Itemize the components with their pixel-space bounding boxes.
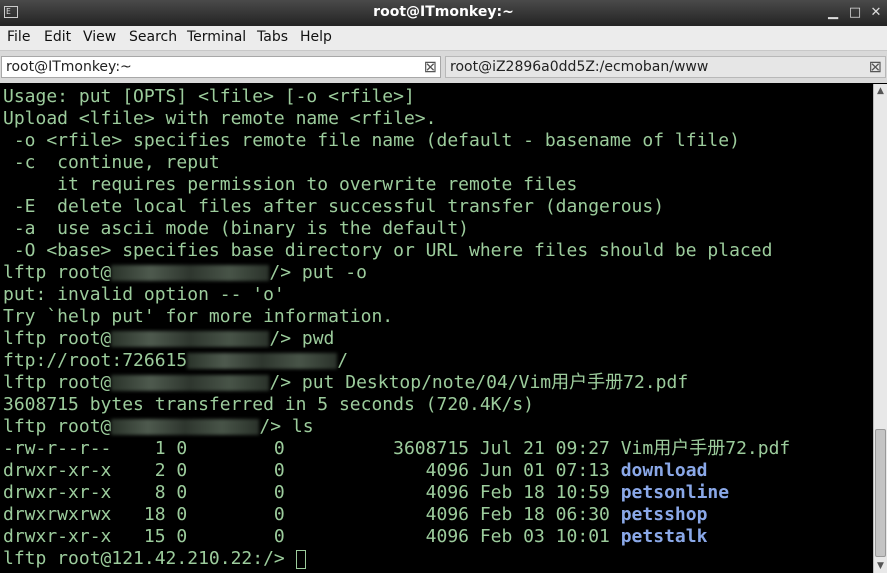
output-line: it requires permission to overwrite remo… xyxy=(3,174,578,195)
directory-name: petsshop xyxy=(620,504,708,525)
ls-row-meta: drwxrwxrwx 18 0 0 4096 Feb 18 06:30 xyxy=(3,504,621,525)
menu-file[interactable]: File xyxy=(7,29,30,45)
ls-row: drwxr-xr-x 8 0 0 4096 Feb 18 10:59 petso… xyxy=(3,482,790,504)
prompt-line: lftp root@ /> ls xyxy=(3,416,790,438)
prompt-user: lftp root@ xyxy=(3,416,112,437)
tab-label: root@ITmonkey:~ xyxy=(6,59,132,75)
ls-row: -rw-r--r-- 1 0 0 3608715 Jul 21 09:27 Vi… xyxy=(3,438,790,460)
pwd-url-end: / xyxy=(337,350,349,371)
text-cursor xyxy=(295,549,306,569)
ls-row-meta: drwxr-xr-x 15 0 0 4096 Feb 03 10:01 xyxy=(3,526,621,547)
ls-listing: -rw-r--r-- 1 0 0 3608715 Jul 21 09:27 Vi… xyxy=(3,438,790,548)
command-text: /> ls xyxy=(259,416,314,437)
directory-name: download xyxy=(620,460,708,481)
ls-row-meta: -rw-r--r-- 1 0 0 3608715 Jul 21 09:27 xyxy=(3,438,621,459)
tab-label: root@iZ2896a0dd5Z:/ecmoban/www xyxy=(450,59,709,75)
menu-terminal[interactable]: Terminal xyxy=(187,29,246,45)
prompt-user: lftp root@ xyxy=(3,262,112,283)
pwd-url: ftp://root:726615 xyxy=(3,350,188,371)
final-prompt: lftp root@121.42.210.22:/> xyxy=(3,548,296,569)
output-line: Upload <lfile> with remote name <rfile>. xyxy=(3,108,437,129)
prompt-line: lftp root@121.42.210.22:/> xyxy=(3,548,790,570)
title-bar[interactable]: E root@ITmonkey:~ ▁ □ ✕ xyxy=(0,0,887,26)
menu-help[interactable]: Help xyxy=(300,29,332,45)
command-text: /> pwd xyxy=(269,328,335,349)
redacted-host xyxy=(111,375,270,391)
redacted-host xyxy=(111,265,270,281)
terminal-scrollbar[interactable]: ▲ ▼ xyxy=(873,84,887,573)
output-line: -E delete local files after successful t… xyxy=(3,196,665,217)
output-line: ftp://root:726615 / xyxy=(3,350,790,372)
redacted-host xyxy=(111,419,260,435)
terminal-window: E root@ITmonkey:~ ▁ □ ✕ File Edit View S… xyxy=(0,0,887,573)
close-icon[interactable]: ✕ xyxy=(869,6,883,20)
ls-row: drwxrwxrwx 18 0 0 4096 Feb 18 06:30 pets… xyxy=(3,504,790,526)
command-text: /> put Desktop/note/04/Vim用户手册72.pdf xyxy=(269,372,689,393)
ls-row-meta: drwxr-xr-x 8 0 0 4096 Feb 18 10:59 xyxy=(3,482,621,503)
redacted-url xyxy=(187,353,338,369)
tab-itmonkey[interactable]: root@ITmonkey:~ ⊠ xyxy=(1,56,441,78)
menu-view[interactable]: View xyxy=(83,29,116,45)
tab-close-icon[interactable]: ⊠ xyxy=(424,58,437,76)
ls-row-meta: drwxr-xr-x 2 0 0 4096 Jun 01 07:13 xyxy=(3,460,621,481)
minimize-icon[interactable]: ▁ xyxy=(826,6,840,20)
tab-bar: root@ITmonkey:~ ⊠ root@iZ2896a0dd5Z:/ecm… xyxy=(0,51,887,83)
ls-row: drwxr-xr-x 15 0 0 4096 Feb 03 10:01 pets… xyxy=(3,526,790,548)
ls-row: drwxr-xr-x 2 0 0 4096 Jun 01 07:13 downl… xyxy=(3,460,790,482)
prompt-line: lftp root@ /> put -o xyxy=(3,262,790,284)
output-line: put: invalid option -- 'o' xyxy=(3,284,285,305)
command-text: /> put -o xyxy=(269,262,367,283)
redacted-host xyxy=(111,331,270,347)
maximize-icon[interactable]: □ xyxy=(848,6,862,20)
menu-edit[interactable]: Edit xyxy=(44,29,71,45)
directory-name: petstalk xyxy=(620,526,708,547)
prompt-line: lftp root@ /> put Desktop/note/04/Vim用户手册… xyxy=(3,372,790,394)
file-name: Vim用户手册72.pdf xyxy=(620,438,791,459)
scroll-thumb[interactable] xyxy=(875,429,886,557)
output-line: Usage: put [OPTS] <lfile> [-o <rfile>] xyxy=(3,86,415,107)
terminal-output[interactable]: Usage: put [OPTS] <lfile> [-o <rfile>] U… xyxy=(0,84,873,573)
prompt-user: lftp root@ xyxy=(3,328,112,349)
scroll-up-icon[interactable]: ▲ xyxy=(874,84,887,98)
output-line: -O <base> specifies base directory or UR… xyxy=(3,240,773,261)
menu-bar: File Edit View Search Terminal Tabs Help xyxy=(0,26,887,51)
menu-search[interactable]: Search xyxy=(129,29,177,45)
window-title: root@ITmonkey:~ xyxy=(373,4,514,20)
output-line: -c continue, reput xyxy=(3,152,220,173)
output-line: Try `help put' for more information. xyxy=(3,306,394,327)
prompt-user: lftp root@ xyxy=(3,372,112,393)
tab-iz2896[interactable]: root@iZ2896a0dd5Z:/ecmoban/www ⊠ xyxy=(445,56,886,78)
prompt-line: lftp root@ /> pwd xyxy=(3,328,790,350)
tab-close-icon[interactable]: ⊠ xyxy=(869,58,882,76)
scroll-down-icon[interactable]: ▼ xyxy=(874,559,887,573)
directory-name: petsonline xyxy=(620,482,730,503)
output-line: -o <rfile> specifies remote file name (d… xyxy=(3,130,740,151)
output-line: 3608715 bytes transferred in 5 seconds (… xyxy=(3,394,535,415)
menu-tabs[interactable]: Tabs xyxy=(257,29,288,45)
output-line: -a use ascii mode (binary is the default… xyxy=(3,218,469,239)
